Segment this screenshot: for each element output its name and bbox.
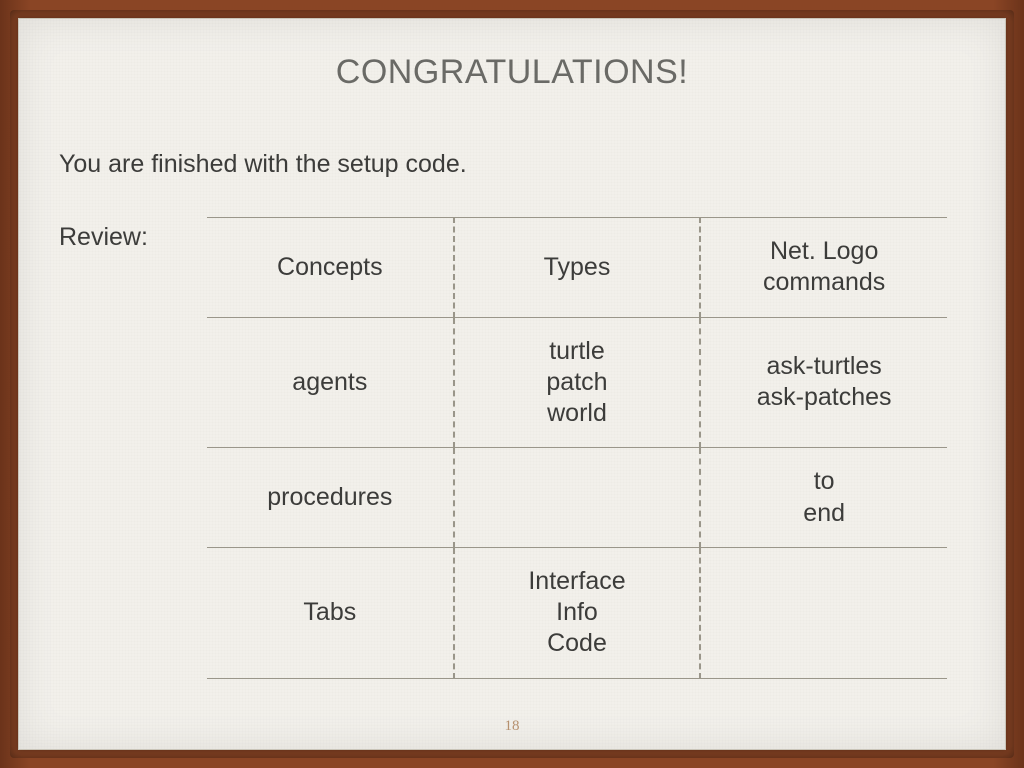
table-header-commands: Net. Logocommands: [700, 218, 947, 318]
table-cell: agents: [207, 317, 454, 448]
table-cell: InterfaceInfoCode: [454, 547, 701, 678]
table-cell: Tabs: [207, 547, 454, 678]
table-cell: ask-turtlesask-patches: [700, 317, 947, 448]
table-cell: [454, 448, 701, 548]
review-label: Review:: [59, 217, 179, 252]
page-number: 18: [19, 718, 1005, 735]
slide-title: CONGRATULATIONS!: [59, 53, 965, 92]
review-section: Review: Concepts Types Net. Logocommands…: [59, 217, 965, 679]
table-cell: [700, 547, 947, 678]
table-header-types: Types: [454, 218, 701, 318]
table-cell: turtlepatchworld: [454, 317, 701, 448]
slide-frame: CONGRATULATIONS! You are finished with t…: [10, 10, 1014, 758]
table-cell: procedures: [207, 448, 454, 548]
table-row: procedures toend: [207, 448, 947, 548]
table-cell: toend: [700, 448, 947, 548]
table-header-concepts: Concepts: [207, 218, 454, 318]
slide-subtitle: You are finished with the setup code.: [59, 150, 965, 179]
table-row: Concepts Types Net. Logocommands: [207, 218, 947, 318]
review-table: Concepts Types Net. Logocommands agents …: [207, 217, 947, 679]
table-row: agents turtlepatchworld ask-turtlesask-p…: [207, 317, 947, 448]
table-row: Tabs InterfaceInfoCode: [207, 547, 947, 678]
slide-paper: CONGRATULATIONS! You are finished with t…: [18, 18, 1006, 750]
